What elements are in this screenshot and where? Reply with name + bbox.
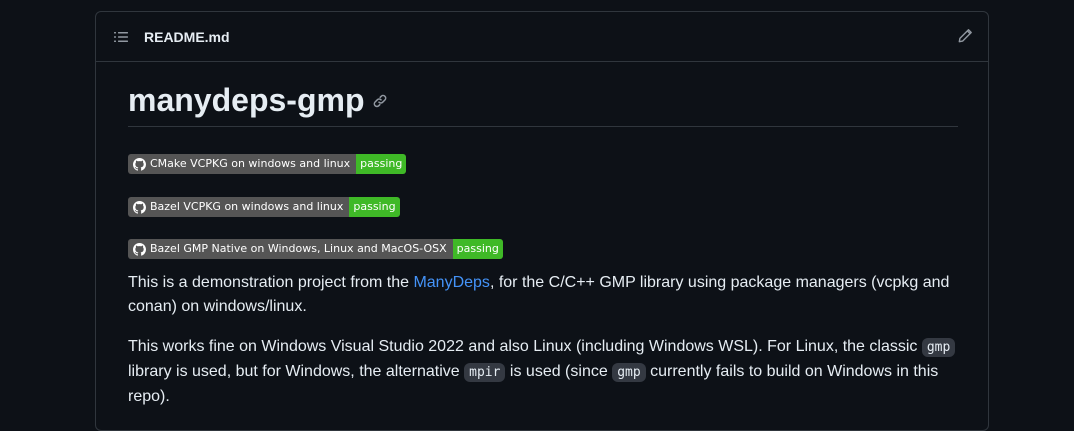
badge-label-box: Bazel GMP Native on Windows, Linux and M… (128, 239, 453, 259)
platform-text-2: library is used, but for Windows, the al… (128, 363, 465, 380)
inline-code-gmp: gmp (921, 338, 956, 357)
badge-status: passing (349, 197, 400, 217)
badge-label-box: Bazel VCPKG on windows and linux (128, 197, 350, 217)
badge-label: Bazel VCPKG on windows and linux (150, 200, 344, 213)
platform-text-1: This works fine on Windows Visual Studio… (128, 338, 922, 355)
readme-title: manydeps-gmp (128, 80, 388, 120)
github-icon (133, 157, 146, 171)
list-unordered-icon[interactable] (113, 29, 129, 45)
platform-paragraph: This works fine on Windows Visual Studio… (128, 335, 958, 409)
intro-text-1: This is a demonstration project from the (128, 274, 414, 291)
badge-bazel-vcpkg[interactable]: Bazel VCPKG on windows and linux passing (128, 197, 400, 217)
readme-title-text: manydeps-gmp (128, 82, 365, 118)
badge-cmake-vcpkg[interactable]: CMake VCPKG on windows and linux passing (128, 154, 407, 174)
file-title[interactable]: README.md (144, 28, 230, 46)
platform-text-3: is used (since (505, 363, 613, 380)
badge-label-box: CMake VCPKG on windows and linux (128, 154, 357, 174)
readme-header: README.md (96, 12, 988, 62)
inline-code-gmp-2: gmp (612, 363, 646, 382)
title-divider (128, 126, 958, 127)
link-icon[interactable] (372, 93, 388, 109)
pencil-icon[interactable] (957, 28, 973, 44)
intro-paragraph: This is a demonstration project from the… (128, 271, 958, 319)
github-icon (133, 200, 146, 214)
badge-label: Bazel GMP Native on Windows, Linux and M… (150, 242, 447, 255)
badge-status: passing (356, 154, 407, 174)
badge-bazel-gmp-native[interactable]: Bazel GMP Native on Windows, Linux and M… (128, 239, 503, 259)
badge-status: passing (452, 239, 503, 259)
github-icon (133, 242, 146, 256)
manydeps-link[interactable]: ManyDeps (413, 274, 489, 291)
readme-container: README.md manydeps-gmp CMake VCPKG on wi… (95, 11, 989, 431)
inline-code-mpir: mpir (464, 363, 506, 382)
badge-label: CMake VCPKG on windows and linux (150, 157, 351, 170)
